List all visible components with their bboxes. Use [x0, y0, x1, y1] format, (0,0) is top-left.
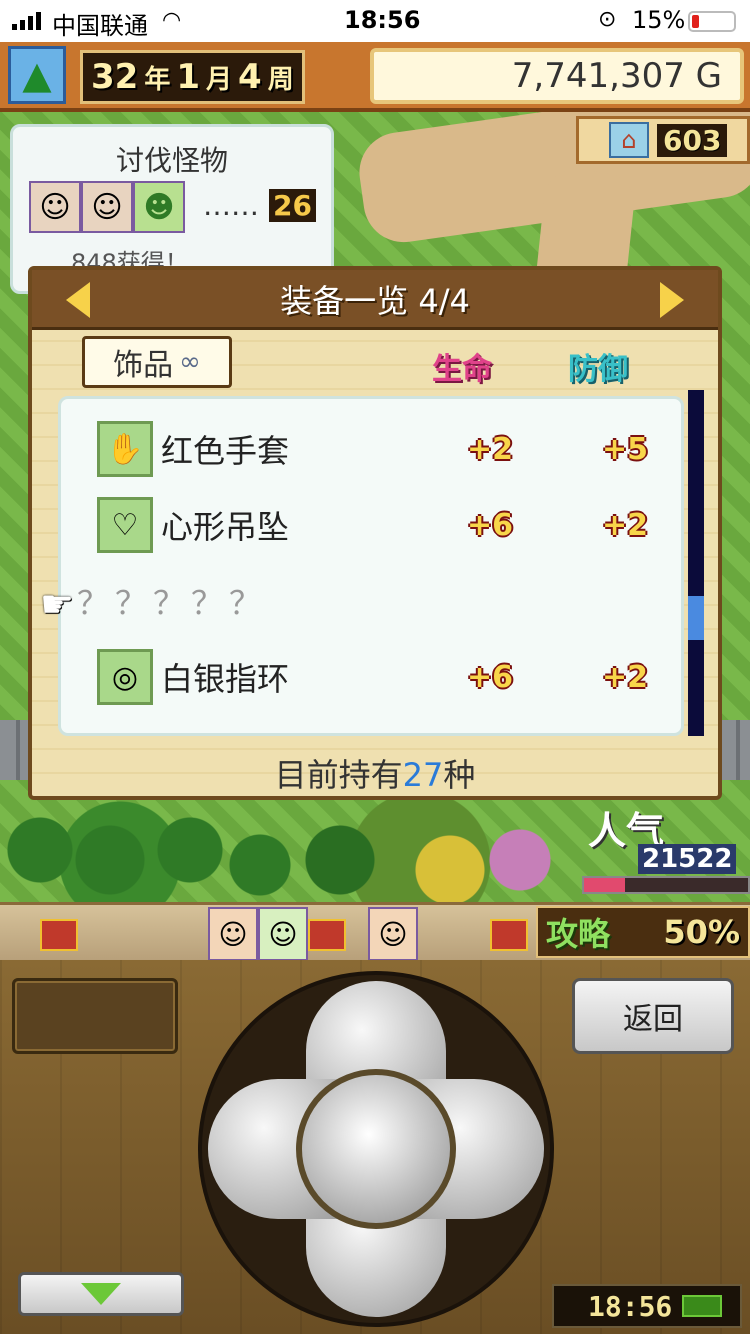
glove-icon: ✋ — [97, 421, 153, 477]
list-item[interactable]: ✋ 红色手套 +2 +5 — [97, 419, 657, 479]
menu-toggle-button[interactable] — [18, 1272, 184, 1316]
hunt-count: 26 — [269, 189, 316, 222]
owned-count: 27 — [402, 756, 444, 794]
guide-label: 攻略 — [546, 915, 611, 953]
equipment-dialog: 装备一览 4/4 饰品 ∞ 生命 防御 ✋ 红色手套 +2 +5 ♡ 心形吊坠 … — [28, 266, 722, 800]
hunt-dots: …… — [203, 189, 259, 222]
popularity-value: 21522 — [638, 844, 737, 874]
owned-prefix: 目前持有 — [274, 756, 403, 794]
villager-avatar: ☺ — [208, 907, 258, 961]
money-display: 7,741,307 G — [370, 48, 744, 104]
status-bar: 中国联通 ◠ 18:56 ⊙ 15% — [0, 0, 750, 42]
week-unit: 周 — [267, 64, 294, 95]
monster-avatar: ☻ — [133, 181, 185, 233]
item-name: ？？？？？ — [77, 584, 268, 622]
tree-icon[interactable]: ▲ — [8, 46, 66, 104]
dialog-header: 装备一览 4/4 — [32, 270, 718, 330]
battery-icon — [688, 11, 736, 32]
year-value: 32 — [91, 57, 139, 97]
empty-slot — [12, 978, 178, 1054]
item-def: +5 — [602, 431, 649, 467]
item-hp: +6 — [467, 507, 514, 543]
popularity-bar-fill — [584, 878, 625, 892]
villager-avatar: ☺ — [258, 907, 308, 961]
item-def: +2 — [602, 659, 649, 695]
clock-time: 18:56 — [588, 1289, 673, 1323]
directional-pad[interactable] — [202, 975, 550, 1323]
guide-progress[interactable]: 攻略 50% — [536, 906, 750, 958]
top-hud: ▲ 32 年 1 月 4 周 7,741,307 G — [0, 42, 750, 112]
game-date: 32 年 1 月 4 周 — [80, 50, 305, 104]
town-count: 603 — [657, 123, 728, 157]
list-item[interactable]: ♡ 心形吊坠 +6 +2 — [97, 495, 657, 555]
villager-avatar: ☺ — [368, 907, 418, 961]
town-counter[interactable]: ⌂ 603 — [576, 116, 750, 164]
status-time: 18:56 — [344, 6, 421, 34]
owned-suffix: 种 — [443, 756, 476, 794]
hunter-portraits: ☺ ☺ ☻ — [29, 181, 185, 233]
rotation-lock-icon: ⊙ — [598, 7, 617, 32]
chevron-down-icon — [81, 1283, 121, 1305]
category-label: 饰品 — [113, 348, 174, 383]
hunter-avatar: ☺ — [81, 181, 133, 233]
battery-icon — [682, 1295, 723, 1317]
carrier-label: 中国联通 — [52, 12, 148, 40]
list-item[interactable]: ◎ 白银指环 +6 +2 — [97, 647, 657, 707]
battery-percent: 15% — [632, 6, 686, 34]
game-clock: 18:56 — [552, 1284, 742, 1328]
item-def: +2 — [602, 507, 649, 543]
treasure-chest-icon — [308, 919, 346, 951]
house-icon: ⌂ — [609, 122, 649, 158]
column-hp: 生命 — [432, 352, 492, 387]
hunter-avatar: ☺ — [29, 181, 81, 233]
category-tab[interactable]: 饰品 ∞ — [82, 336, 232, 388]
signal-icon — [12, 12, 41, 30]
treasure-chest-icon — [490, 919, 528, 951]
dialog-title: 装备一览 4/4 — [280, 281, 470, 320]
ring-icon: ◎ — [97, 649, 153, 705]
item-name: 白银指环 — [161, 660, 290, 698]
confirm-button[interactable] — [296, 1069, 456, 1229]
wifi-icon: ◠ — [162, 8, 182, 33]
owned-count-text: 目前持有27种 — [32, 750, 718, 796]
prev-page-arrow-icon[interactable] — [66, 282, 90, 318]
next-page-arrow-icon[interactable] — [660, 282, 684, 318]
popularity-bar — [582, 876, 750, 894]
month-value: 1 — [176, 57, 201, 97]
column-defense: 防御 — [568, 352, 628, 387]
year-unit: 年 — [144, 64, 171, 95]
week-value: 4 — [238, 57, 262, 97]
month-unit: 月 — [206, 64, 233, 95]
guide-percent: 50% — [663, 913, 740, 951]
equipment-list[interactable]: ✋ 红色手套 +2 +5 ♡ 心形吊坠 +6 +2 ？？？？？ ◎ 白银指环 +… — [58, 396, 684, 736]
item-hp: +6 — [467, 659, 514, 695]
pointing-hand-icon: ☛ — [40, 582, 75, 626]
item-name: 心形吊坠 — [161, 508, 290, 546]
hunt-title: 讨伐怪物 — [115, 144, 228, 177]
back-button[interactable]: 返回 — [572, 978, 734, 1054]
list-scrollbar[interactable] — [688, 390, 704, 736]
scroll-thumb[interactable] — [688, 596, 704, 640]
popularity-display: 人气 21522 — [582, 800, 750, 880]
item-hp: +2 — [467, 431, 514, 467]
accessory-icon: ∞ — [179, 347, 201, 377]
pendant-icon: ♡ — [97, 497, 153, 553]
treasure-chest-icon — [40, 919, 78, 951]
list-item-unknown[interactable]: ？？？？？ — [77, 571, 657, 631]
item-name: 红色手套 — [161, 432, 290, 470]
